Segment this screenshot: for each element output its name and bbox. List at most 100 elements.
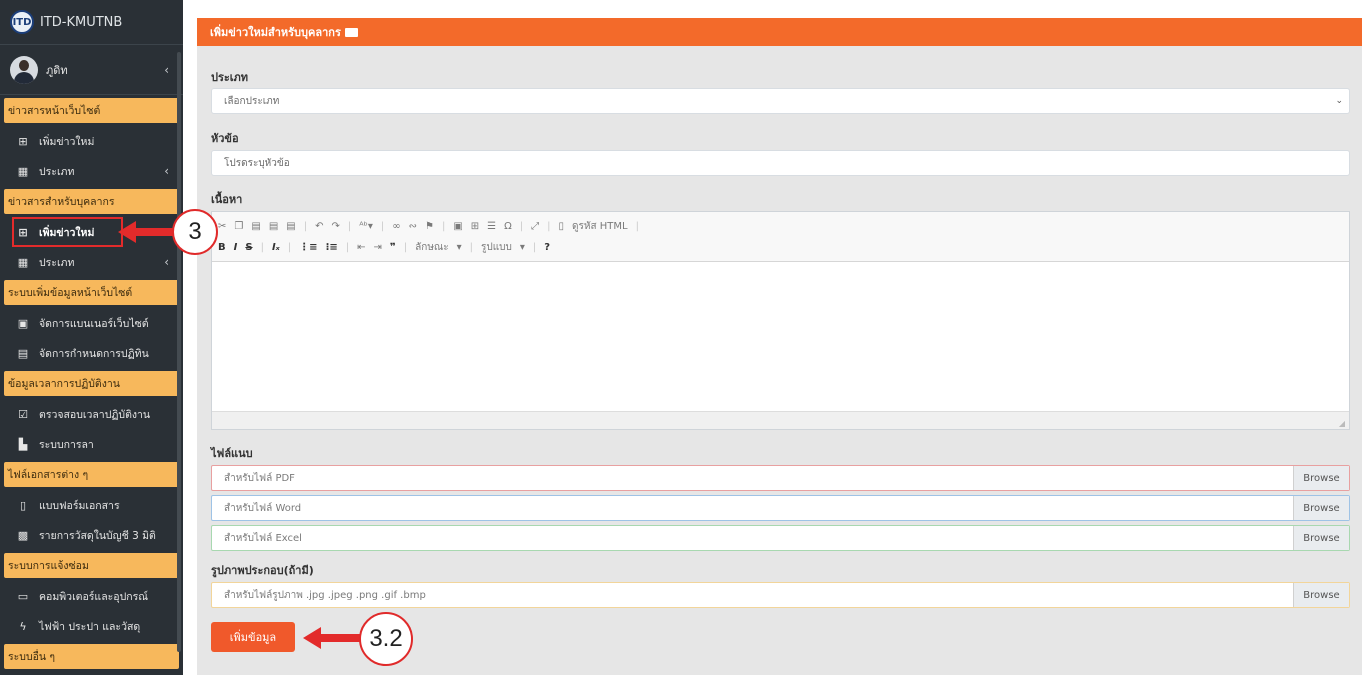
- bold-icon[interactable]: B: [218, 242, 226, 253]
- sidebar-item-materials[interactable]: ▩ รายการวัสดุในบัญชี 3 มิติ: [0, 520, 183, 550]
- panel-title: เพิ่มข่าวใหม่สำหรับบุคลากร: [210, 26, 341, 39]
- sidebar-item-label: ระบบการลา: [39, 438, 94, 451]
- horizontal-line-icon[interactable]: ☰: [487, 221, 496, 232]
- section-website-data: ระบบเพิ่มข้อมูลหน้าเว็บไซต์: [4, 280, 179, 305]
- chevron-down-icon: ▾: [456, 242, 462, 253]
- pdf-file-input[interactable]: สำหรับไฟล์ PDF Browse: [211, 465, 1350, 491]
- section-other: ระบบอื่น ๆ: [4, 644, 179, 669]
- grid-icon: ▦: [17, 164, 29, 178]
- image-file-input[interactable]: สำหรับไฟล์รูปภาพ .jpg .jpeg .png .gif .b…: [211, 582, 1350, 608]
- file-icon: ▯: [19, 498, 27, 512]
- paste-word-icon[interactable]: ▤: [286, 221, 295, 232]
- sidebar-item-label: ไฟฟ้า ประปา และวัสดุ: [39, 620, 141, 633]
- sidebar-item-computer-repair[interactable]: ▭ คอมพิวเตอร์และอุปกรณ์: [0, 581, 183, 611]
- sidebar-item-website-news-type[interactable]: ▦ ประเภท ‹: [0, 156, 183, 186]
- sidebar-scrollbar[interactable]: [177, 52, 181, 652]
- id-card-icon: [344, 27, 358, 37]
- sidebar-item-banner[interactable]: ▣ จัดการแบนเนอร์เว็บไซต์: [0, 308, 183, 338]
- box-icon: ▩: [17, 528, 29, 542]
- subject-label: หัวข้อ: [211, 132, 239, 145]
- sidebar-item-leave[interactable]: ▙ ระบบการลา: [0, 429, 183, 459]
- rich-text-editor[interactable]: ✂ ❐ ▤ ▤ ▤ | ↶ ↷ | ᴬᵇ▾ | ∞ ∾ ⚑ | ▣ ⊞ ☰ Ω …: [211, 211, 1350, 430]
- redo-icon[interactable]: ↷: [331, 221, 339, 232]
- cut-icon[interactable]: ✂: [218, 221, 226, 232]
- sidebar-item-calendar[interactable]: ▤ จัดการกำหนดการปฏิทิน: [0, 338, 183, 368]
- user-name: ภูดิท: [46, 63, 68, 77]
- subject-input[interactable]: โปรดระบุหัวข้อ: [211, 150, 1350, 176]
- word-browse-button[interactable]: Browse: [1293, 496, 1349, 520]
- style-dropdown[interactable]: ลักษณะ: [415, 240, 448, 255]
- maximize-icon[interactable]: ⤢: [531, 221, 539, 232]
- numbered-list-icon[interactable]: ⋮≡: [299, 242, 317, 253]
- copy-icon[interactable]: ❐: [234, 221, 243, 232]
- image-placeholder: สำหรับไฟล์รูปภาพ .jpg .jpeg .png .gif .b…: [224, 589, 426, 601]
- unlink-icon[interactable]: ∾: [409, 221, 417, 232]
- source-button-label[interactable]: ดูรหัส HTML: [572, 219, 628, 234]
- content-label: เนื้อหา: [211, 193, 243, 206]
- grid-icon: ▦: [17, 255, 29, 269]
- format-dropdown[interactable]: รูปแบบ: [481, 240, 512, 255]
- sidebar-item-label: ตรวจสอบเวลาปฏิบัติงาน: [39, 408, 151, 421]
- indent-icon[interactable]: ⇥: [374, 242, 382, 253]
- section-work-time: ข้อมูลเวลาการปฏิบัติงาน: [4, 371, 179, 396]
- paste-icon[interactable]: ▤: [251, 221, 260, 232]
- italic-icon[interactable]: I: [234, 242, 238, 253]
- brand-bar[interactable]: ITD ITD-KMUTNB: [0, 0, 183, 45]
- image-browse-button[interactable]: Browse: [1293, 583, 1349, 607]
- annotation-arrow-3: [118, 221, 176, 243]
- paste-text-icon[interactable]: ▤: [269, 221, 278, 232]
- panel-header: เพิ่มข่าวใหม่สำหรับบุคลากร: [197, 18, 1362, 46]
- annotation-step-3-2: 3.2: [359, 612, 413, 666]
- brand-name: ITD-KMUTNB: [40, 14, 123, 30]
- scroll-icon: ▙: [18, 437, 28, 451]
- remove-format-icon[interactable]: Iₓ: [272, 242, 280, 253]
- sidebar-item-utility-repair[interactable]: ϟ ไฟฟ้า ประปา และวัสดุ: [0, 611, 183, 641]
- table-icon[interactable]: ⊞: [471, 221, 479, 232]
- bolt-icon: ϟ: [19, 619, 27, 633]
- link-icon[interactable]: ∞: [392, 221, 400, 232]
- blockquote-icon[interactable]: ❞: [390, 242, 396, 253]
- sidebar-item-label: เพิ่มข่าวใหม่: [39, 135, 95, 148]
- type-select-value: เลือกประเภท: [224, 95, 280, 107]
- section-repair: ระบบการแจ้งซ่อม: [4, 553, 179, 578]
- spellcheck-icon[interactable]: ᴬᵇ▾: [359, 221, 373, 232]
- pdf-browse-button[interactable]: Browse: [1293, 466, 1349, 490]
- excel-browse-button[interactable]: Browse: [1293, 526, 1349, 550]
- type-label: ประเภท: [211, 71, 249, 84]
- user-panel[interactable]: ภูดิท ‹: [0, 45, 183, 95]
- chevron-down-icon: ▾: [519, 242, 525, 253]
- bullet-list-icon[interactable]: ⁝≡: [326, 242, 338, 253]
- strike-icon[interactable]: S: [245, 242, 252, 253]
- editor-resize-bar[interactable]: [212, 411, 1349, 429]
- sidebar-item-add-website-news[interactable]: ⊞ เพิ่มข่าวใหม่: [0, 126, 183, 156]
- section-website-news: ข่าวสารหน้าเว็บไซต์: [4, 98, 179, 123]
- type-select[interactable]: เลือกประเภท ⌄: [211, 88, 1350, 114]
- calendar-check-icon: ☑: [18, 407, 28, 421]
- word-file-input[interactable]: สำหรับไฟล์ Word Browse: [211, 495, 1350, 521]
- sidebar-item-label: แบบฟอร์มเอกสาร: [39, 499, 120, 512]
- special-char-icon[interactable]: Ω: [504, 221, 512, 232]
- help-icon[interactable]: ?: [544, 242, 550, 253]
- chevron-left-icon[interactable]: ‹: [164, 63, 169, 77]
- sidebar-item-check-time[interactable]: ☑ ตรวจสอบเวลาปฏิบัติงาน: [0, 399, 183, 429]
- image-icon[interactable]: ▣: [453, 221, 462, 232]
- undo-icon[interactable]: ↶: [315, 221, 323, 232]
- outdent-icon[interactable]: ⇤: [357, 242, 365, 253]
- sidebar-item-staff-news-type[interactable]: ▦ ประเภท ‹: [0, 247, 183, 277]
- sidebar-item-label: ประเภท: [39, 256, 75, 269]
- source-icon[interactable]: ▯: [559, 221, 565, 232]
- submit-button[interactable]: เพิ่มข้อมูล: [211, 622, 295, 652]
- sidebar-item-forms[interactable]: ▯ แบบฟอร์มเอกสาร: [0, 490, 183, 520]
- avatar: [10, 55, 38, 84]
- image-icon: ▣: [17, 316, 29, 330]
- image-label: รูปภาพประกอบ(ถ้ามี): [211, 564, 314, 577]
- pdf-placeholder: สำหรับไฟล์ PDF: [224, 472, 295, 484]
- sidebar-item-add-staff-news[interactable]: ⊞ เพิ่มข่าวใหม่: [12, 217, 123, 247]
- anchor-flag-icon[interactable]: ⚑: [425, 221, 434, 232]
- excel-placeholder: สำหรับไฟล์ Excel: [224, 532, 302, 544]
- excel-file-input[interactable]: สำหรับไฟล์ Excel Browse: [211, 525, 1350, 551]
- section-documents: ไฟล์เอกสารต่าง ๆ: [4, 462, 179, 487]
- monitor-icon: ▭: [17, 589, 29, 603]
- chevron-left-icon: ‹: [164, 255, 169, 269]
- sidebar: ITD ITD-KMUTNB ภูดิท ‹ ข่าวสารหน้าเว็บไซ…: [0, 0, 183, 675]
